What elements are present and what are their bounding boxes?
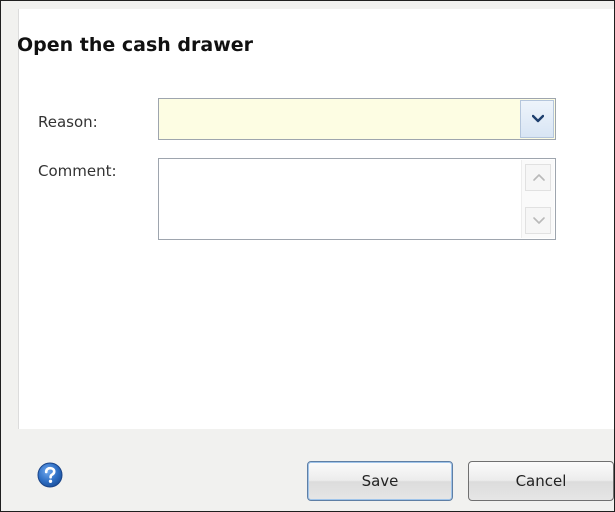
reason-dropdown-button[interactable] <box>520 100 554 138</box>
dialog-title: Open the cash drawer <box>17 34 254 56</box>
help-icon[interactable] <box>37 462 63 488</box>
scroll-down-button[interactable] <box>525 207 551 234</box>
cancel-button[interactable]: Cancel <box>468 461 614 501</box>
chevron-up-icon <box>533 174 545 181</box>
chevron-down-icon <box>532 114 544 123</box>
comment-scrollbar[interactable] <box>521 160 554 238</box>
comment-label: Comment: <box>38 162 117 180</box>
reason-label: Reason: <box>38 113 98 131</box>
save-button[interactable]: Save <box>307 461 453 501</box>
cash-drawer-dialog: Open the cash drawer Reason: Comment: Sa… <box>0 0 615 512</box>
comment-textarea[interactable] <box>158 158 556 240</box>
reason-dropdown[interactable] <box>158 98 556 140</box>
scroll-up-button[interactable] <box>525 164 551 191</box>
chevron-down-icon <box>533 217 545 224</box>
